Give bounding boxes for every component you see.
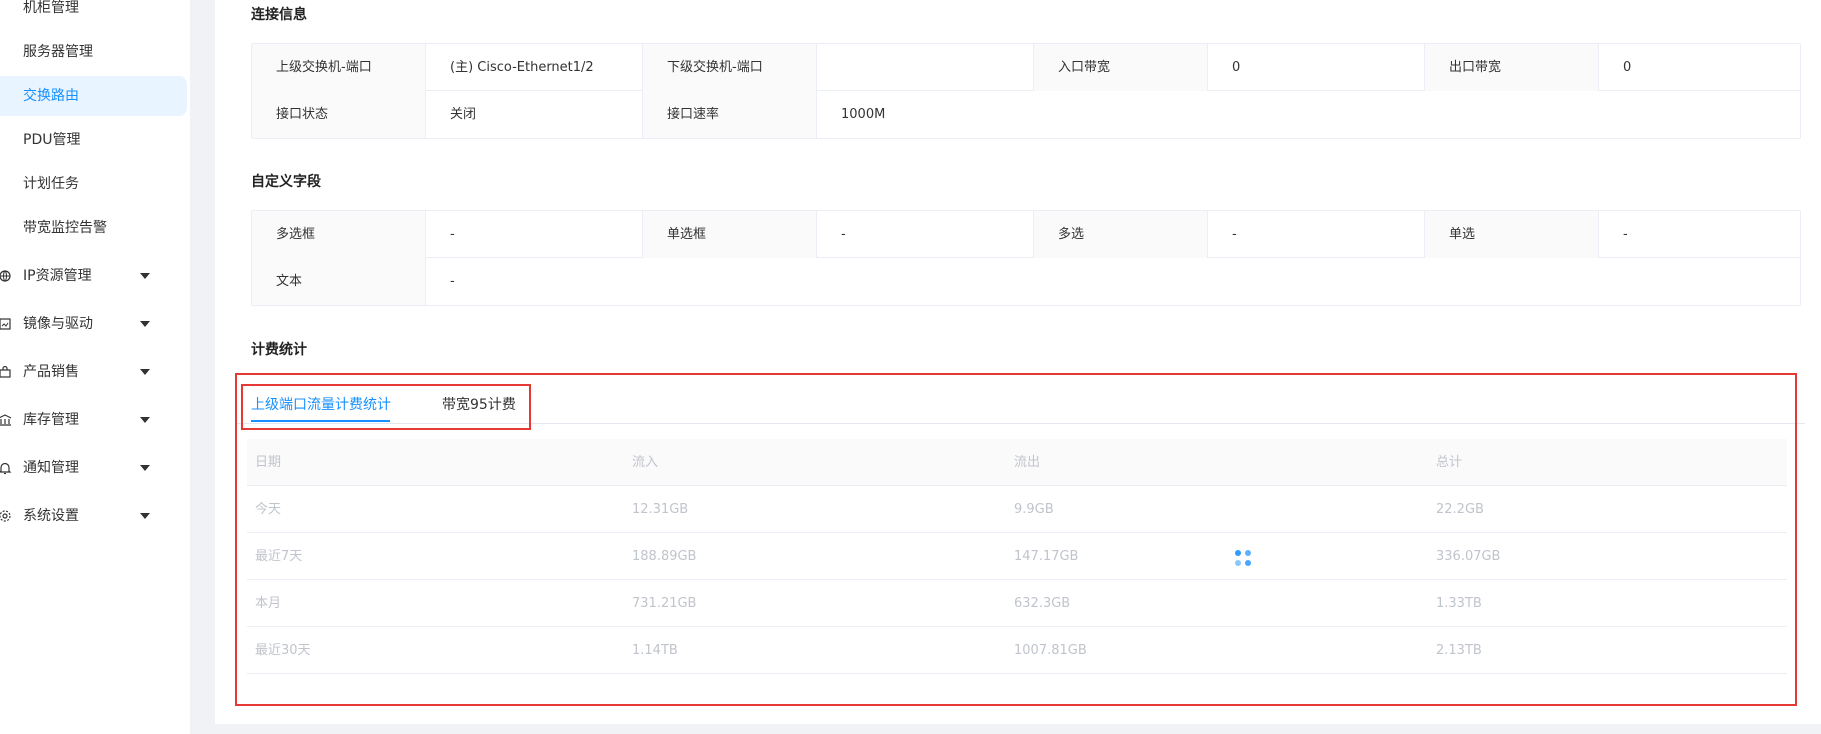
desc-value: 1000M <box>841 107 886 122</box>
sidebar-group-sales[interactable]: 产品销售 <box>0 352 190 392</box>
sidebar-item-pdu[interactable]: PDU管理 <box>0 120 187 160</box>
chevron-down-icon <box>140 369 150 375</box>
desc-value: 关闭 <box>426 91 643 138</box>
sidebar-group-settings[interactable]: 系统设置 <box>0 496 190 536</box>
desc-value: - <box>426 211 643 258</box>
connection-title: 连接信息 <box>251 7 307 23</box>
desc-label: 单选 <box>1425 211 1599 258</box>
sidebar-group-ip[interactable]: IP资源管理 <box>0 256 190 296</box>
desc-row: 上级交换机-端口 (主) Cisco-Ethernet1/2 下级交换机-端口 … <box>252 44 1800 91</box>
network-icon <box>0 270 11 282</box>
desc-row: 文本 - <box>252 258 1800 305</box>
sidebar-group-label: 系统设置 <box>23 508 79 524</box>
warehouse-icon <box>0 414 12 426</box>
image-icon <box>0 318 11 330</box>
desc-label: 多选框 <box>252 211 426 258</box>
gear-icon <box>0 510 11 522</box>
desc-value: - <box>1623 227 1628 242</box>
sidebar-group-image[interactable]: 镜像与驱动 <box>0 304 190 344</box>
upper-switch-port-link[interactable]: (主) Cisco-Ethernet1/2 <box>426 44 643 91</box>
desc-value: 0 <box>1623 60 1632 75</box>
bell-icon <box>0 462 12 475</box>
chevron-down-icon <box>140 513 150 519</box>
sidebar: 机柜管理 服务器管理 交换路由 PDU管理 计划任务 带宽监控告警 IP资源管理… <box>0 0 190 734</box>
sidebar-item-switch-routing[interactable]: 交换路由 <box>0 76 187 116</box>
loading-spinner-icon <box>1235 550 1251 566</box>
sidebar-group-label: 通知管理 <box>23 460 79 476</box>
desc-row: 多选框 - 单选框 - 多选 - 单选 - <box>252 211 1800 258</box>
desc-label: 接口速率 <box>643 91 817 138</box>
desc-row: 接口状态 关闭 接口速率 1000M <box>252 91 1800 138</box>
sidebar-group-label: IP资源管理 <box>23 268 92 284</box>
desc-value <box>817 44 1034 91</box>
desc-label: 出口带宽 <box>1425 44 1599 91</box>
chevron-down-icon <box>140 417 150 423</box>
desc-value: - <box>817 211 1034 258</box>
sidebar-item-cabinet[interactable]: 机柜管理 <box>0 0 187 28</box>
sidebar-group-inventory[interactable]: 库存管理 <box>0 400 190 440</box>
desc-label: 文本 <box>252 258 426 305</box>
sidebar-item-bandwidth-alert[interactable]: 带宽监控告警 <box>0 208 187 248</box>
desc-value: - <box>1208 211 1425 258</box>
billing-title: 计费统计 <box>251 342 307 358</box>
desc-value: 0 <box>1208 44 1425 91</box>
desc-label: 入口带宽 <box>1034 44 1208 91</box>
desc-label: 接口状态 <box>252 91 426 138</box>
sidebar-group-label: 库存管理 <box>23 412 79 428</box>
custom-fields-title: 自定义字段 <box>251 174 321 190</box>
main-card: 连接信息 上级交换机-端口 (主) Cisco-Ethernet1/2 下级交换… <box>215 0 1821 724</box>
desc-label: 单选框 <box>643 211 817 258</box>
chevron-down-icon <box>140 465 150 471</box>
chevron-down-icon <box>140 273 150 279</box>
sidebar-item-server[interactable]: 服务器管理 <box>0 32 187 72</box>
shopping-bag-icon <box>0 365 11 378</box>
desc-label: 多选 <box>1034 211 1208 258</box>
sidebar-group-label: 产品销售 <box>23 364 79 380</box>
sidebar-group-label: 镜像与驱动 <box>23 316 93 332</box>
desc-value: - <box>450 274 455 289</box>
desc-label: 下级交换机-端口 <box>643 44 817 91</box>
sidebar-item-scheduled-task[interactable]: 计划任务 <box>0 164 187 204</box>
sidebar-group-notification[interactable]: 通知管理 <box>0 448 190 488</box>
desc-label: 上级交换机-端口 <box>252 44 426 91</box>
highlight-tabs <box>241 384 531 430</box>
connection-descriptions: 上级交换机-端口 (主) Cisco-Ethernet1/2 下级交换机-端口 … <box>251 43 1801 139</box>
chevron-down-icon <box>140 321 150 327</box>
custom-fields-descriptions: 多选框 - 单选框 - 多选 - 单选 - 文本 - <box>251 210 1801 306</box>
